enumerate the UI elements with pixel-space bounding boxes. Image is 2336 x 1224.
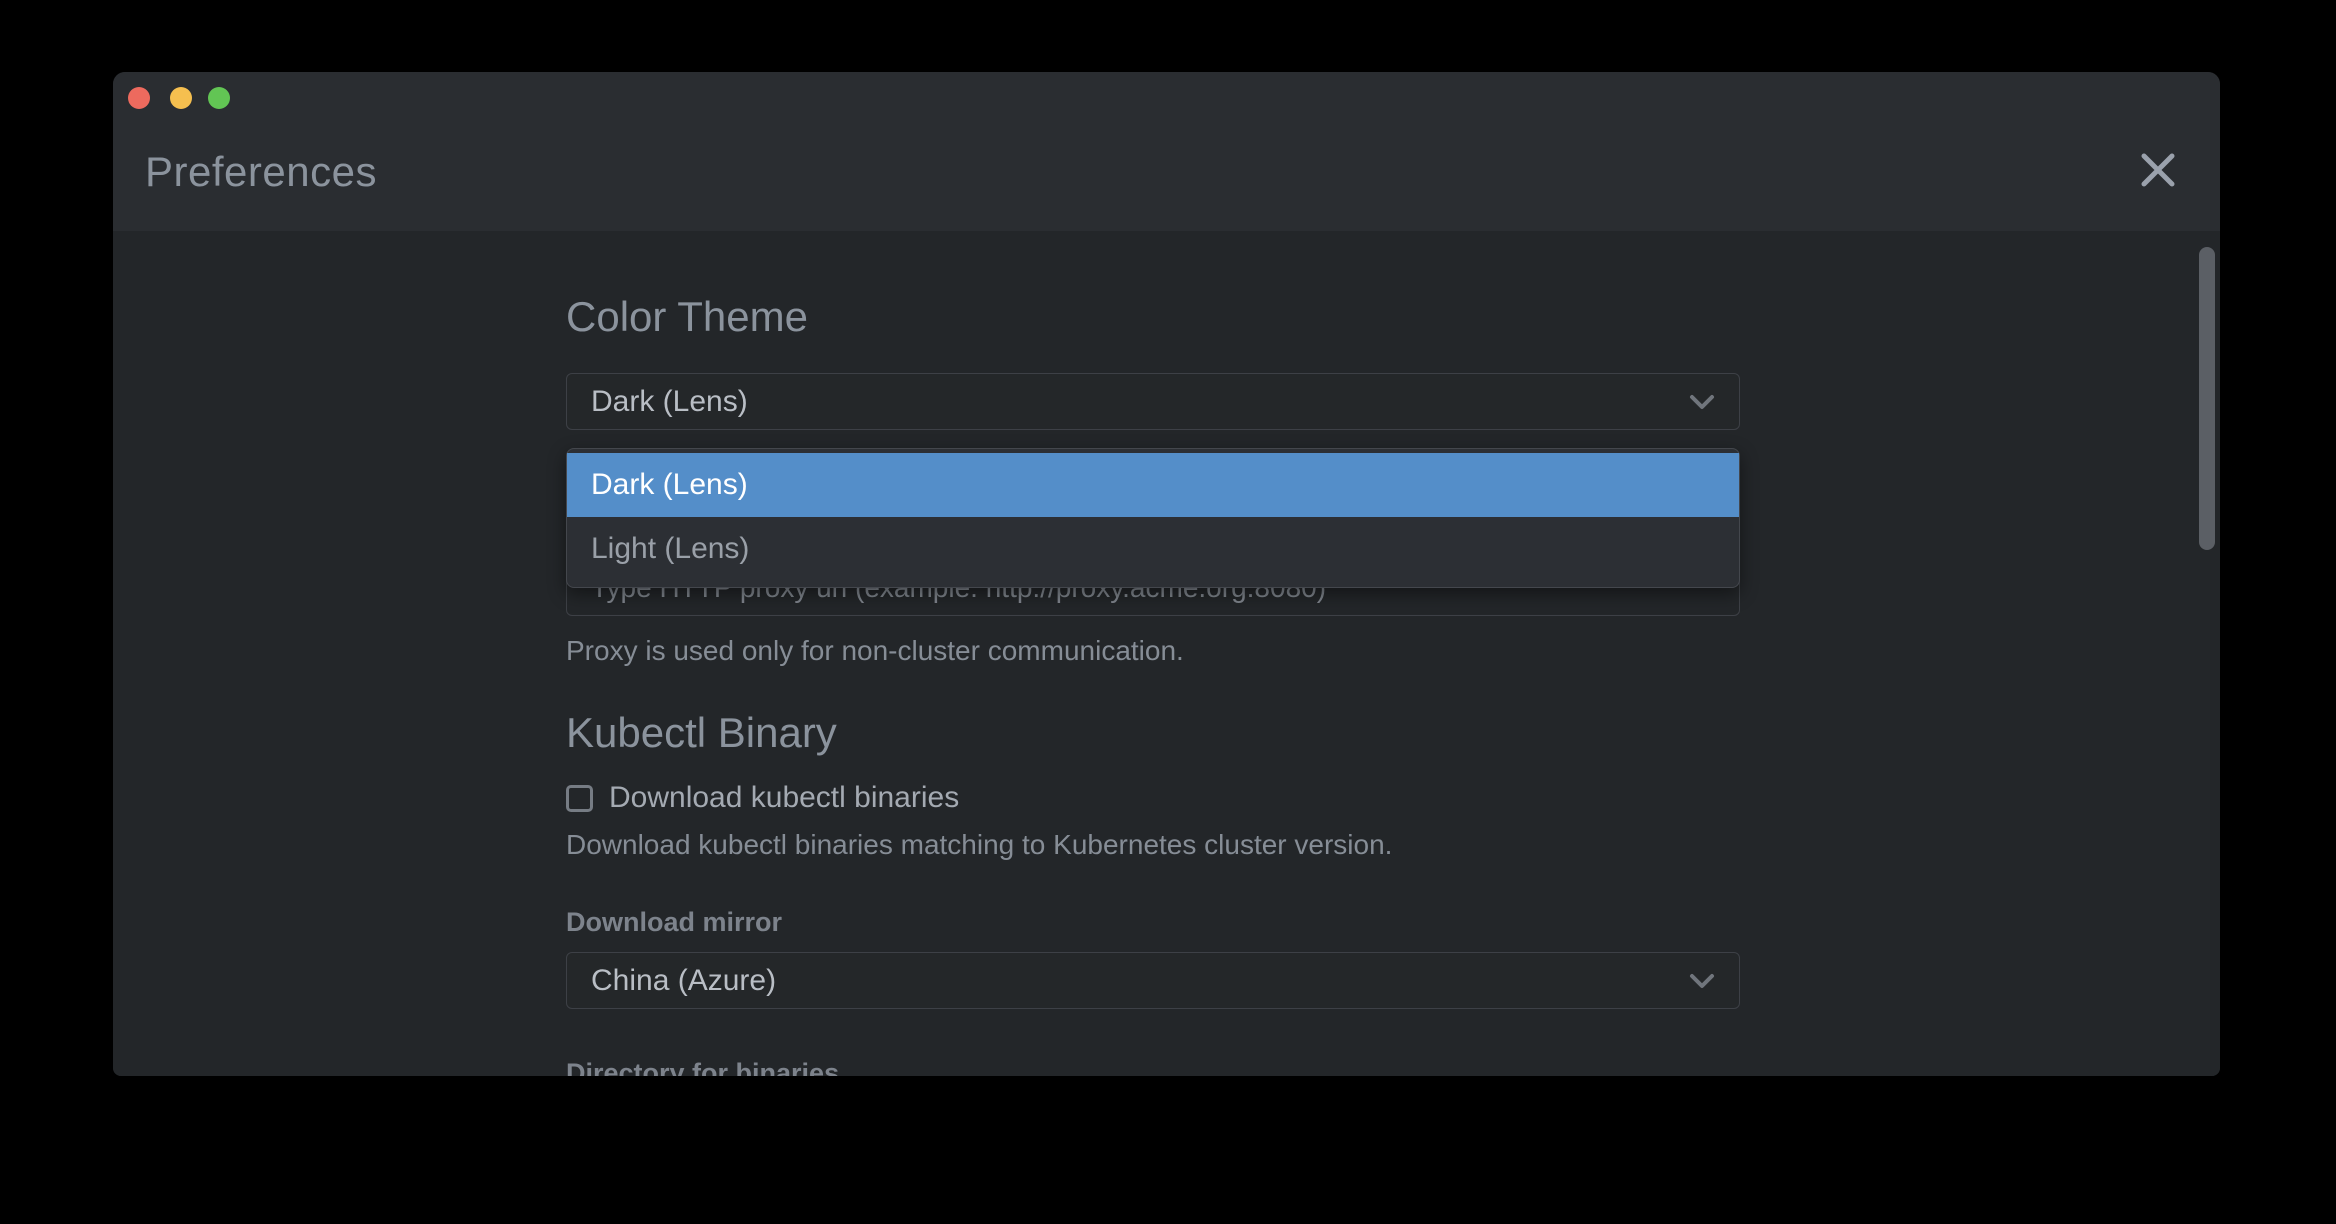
directory-for-binaries-label: Directory for binaries — [566, 1058, 839, 1076]
close-button[interactable] — [2134, 148, 2182, 196]
download-mirror-label: Download mirror — [566, 907, 782, 938]
preferences-window: Preferences Color Theme Dark (Lens) Dark… — [113, 72, 2220, 1076]
kubectl-description: Download kubectl binaries matching to Ku… — [566, 829, 1392, 861]
download-mirror-select-value: China (Azure) — [591, 964, 776, 998]
download-kubectl-checkbox[interactable] — [566, 785, 593, 812]
titlebar: Preferences — [113, 72, 2220, 231]
download-mirror-select[interactable]: China (Azure) — [566, 952, 1740, 1009]
chevron-down-icon — [1689, 970, 1715, 992]
traffic-light-zoom-button[interactable] — [208, 87, 230, 109]
color-theme-dropdown-menu: Dark (Lens) Light (Lens) — [566, 448, 1740, 588]
kubectl-binary-heading: Kubectl Binary — [566, 709, 837, 757]
close-icon — [2139, 151, 2177, 194]
download-kubectl-checkbox-row[interactable]: Download kubectl binaries — [566, 781, 959, 815]
page-title: Preferences — [145, 148, 377, 196]
preferences-content: Color Theme Dark (Lens) Dark (Lens) Ligh… — [113, 231, 2220, 1076]
color-theme-heading: Color Theme — [566, 293, 808, 341]
dropdown-option-light-lens[interactable]: Light (Lens) — [567, 517, 1739, 581]
proxy-description: Proxy is used only for non-cluster commu… — [566, 635, 1184, 667]
download-kubectl-checkbox-label: Download kubectl binaries — [609, 781, 959, 815]
chevron-down-icon — [1689, 391, 1715, 413]
dropdown-option-dark-lens[interactable]: Dark (Lens) — [567, 453, 1739, 517]
scrollbar-thumb[interactable] — [2199, 247, 2215, 550]
traffic-light-minimize-button[interactable] — [170, 87, 192, 109]
traffic-light-close-button[interactable] — [128, 87, 150, 109]
color-theme-select[interactable]: Dark (Lens) — [566, 373, 1740, 430]
color-theme-select-value: Dark (Lens) — [591, 385, 748, 419]
